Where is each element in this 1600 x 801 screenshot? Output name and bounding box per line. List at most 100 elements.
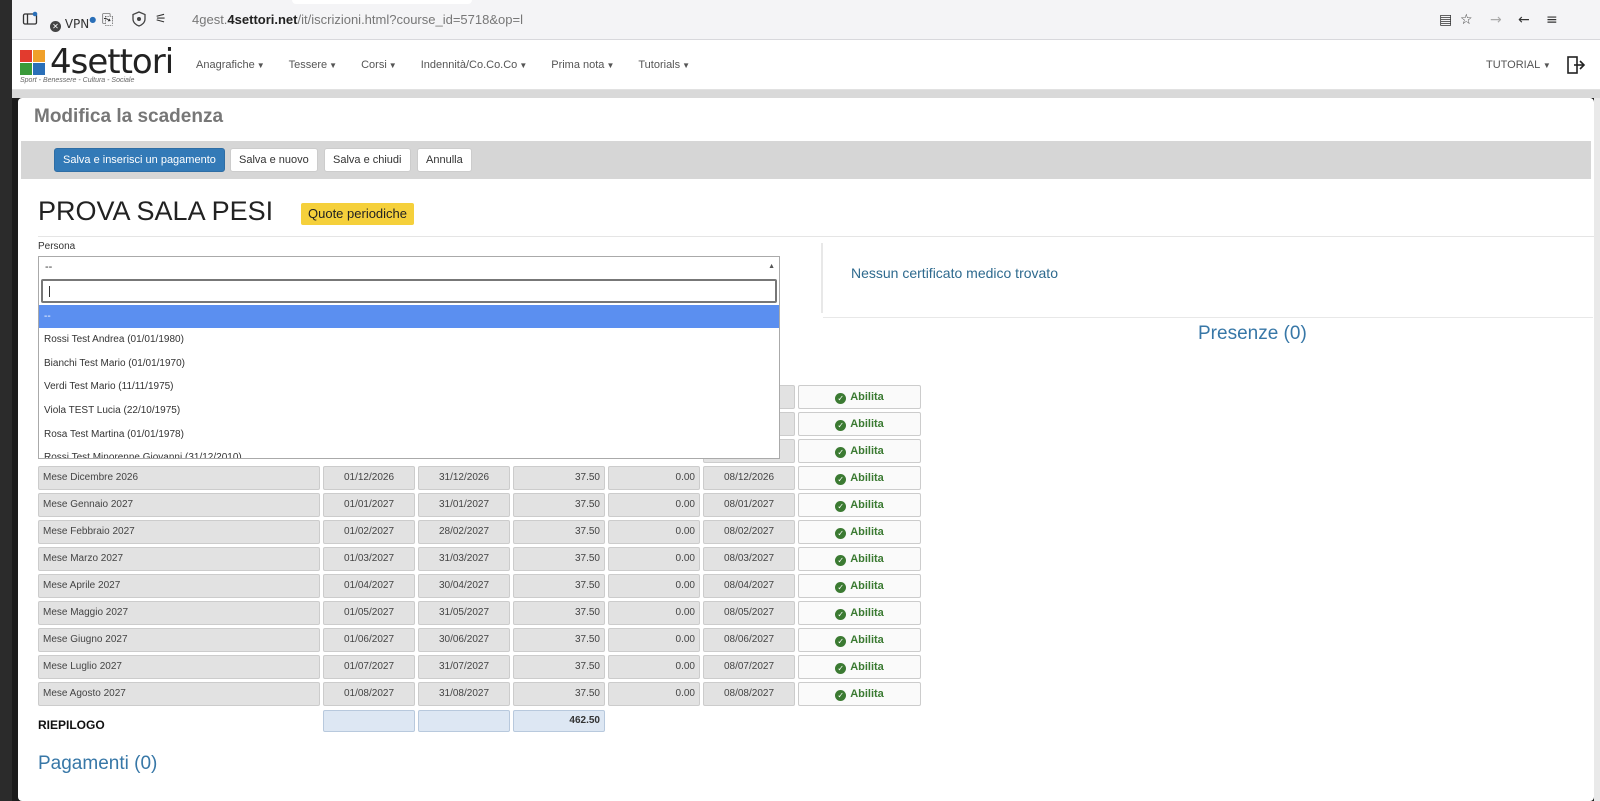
nav-tutorials[interactable]: Tutorials ▼ [626,40,702,90]
period-name-cell[interactable]: Mese Agosto 2027 [38,682,320,706]
period-name-cell[interactable]: Mese Gennaio 2027 [38,493,320,517]
due-date-cell[interactable]: 08/08/2027 [703,682,795,706]
abilita-button[interactable]: ✓ Abilita [798,520,921,544]
abilita-button[interactable]: ✓ Abilita [798,628,921,652]
start-date-cell[interactable]: 01/02/2027 [323,520,415,544]
abilita-button[interactable]: ✓ Abilita [798,385,921,409]
abilita-button[interactable]: ✓ Abilita [798,601,921,625]
back-icon[interactable]: ← [1518,11,1530,29]
abilita-button[interactable]: ✓ Abilita [798,682,921,706]
abilita-button[interactable]: ✓ Abilita [798,493,921,517]
save-and-new-button[interactable]: Salva e nuovo [230,148,318,172]
url-bar[interactable]: 4gest.4settori.net/it/iscrizioni.html?co… [192,10,523,30]
due-date-cell[interactable]: 08/02/2027 [703,520,795,544]
start-date-cell[interactable]: 01/07/2027 [323,655,415,679]
nav-prima-nota[interactable]: Prima nota ▼ [539,40,626,90]
dropdown-option[interactable]: Rossi Test Minorenne Giovanni (31/12/201… [39,446,779,458]
start-date-cell[interactable]: 01/01/2027 [323,493,415,517]
period-name-cell[interactable]: Mese Dicembre 2026 [38,466,320,490]
amount-cell[interactable]: 37.50 [513,466,605,490]
end-date-cell[interactable]: 31/07/2027 [418,655,510,679]
amount-cell[interactable]: 37.50 [513,493,605,517]
due-date-cell[interactable]: 08/12/2026 [703,466,795,490]
dropdown-option[interactable]: Rosa Test Martina (01/01/1978) [39,423,779,446]
start-date-cell[interactable]: 01/05/2027 [323,601,415,625]
forward-icon[interactable]: → [1490,11,1502,29]
abilita-button[interactable]: ✓ Abilita [798,655,921,679]
save-and-close-button[interactable]: Salva e chiudi [324,148,411,172]
period-name-cell[interactable]: Mese Febbraio 2027 [38,520,320,544]
nav-anagrafiche[interactable]: Anagrafiche ▼ [184,40,277,90]
start-date-cell[interactable]: 01/12/2026 [323,466,415,490]
amount-cell[interactable]: 37.50 [513,601,605,625]
amount-cell[interactable]: 37.50 [513,628,605,652]
dropdown-option[interactable]: Rossi Test Andrea (01/01/1980) [39,328,779,351]
page-scrollbar[interactable] [1594,98,1600,801]
end-date-cell[interactable]: 28/02/2027 [418,520,510,544]
nav-corsi[interactable]: Corsi ▼ [349,40,409,90]
paid-cell[interactable]: 0.00 [608,520,700,544]
cancel-button[interactable]: Annulla [417,148,472,172]
presenze-heading[interactable]: Presenze (0) [1198,323,1307,345]
start-date-cell[interactable]: 01/03/2027 [323,547,415,571]
start-date-cell[interactable]: 01/04/2027 [323,574,415,598]
paid-cell[interactable]: 0.00 [608,628,700,652]
reader-view-icon[interactable]: ▤ [1439,11,1452,29]
end-date-cell[interactable]: 31/08/2027 [418,682,510,706]
app-logo[interactable]: 4settori Sport - Benessere - Cultura - S… [20,42,180,86]
paid-cell[interactable]: 0.00 [608,493,700,517]
nav-indennita[interactable]: Indennità/Co.Co.Co ▼ [409,40,540,90]
due-date-cell[interactable]: 08/07/2027 [703,655,795,679]
amount-cell[interactable]: 37.50 [513,574,605,598]
dropdown-option[interactable]: Bianchi Test Mario (01/01/1970) [39,352,779,375]
persona-search-input[interactable] [41,279,777,303]
dropdown-option[interactable]: Viola TEST Lucia (22/10/1975) [39,399,779,422]
save-and-pay-button[interactable]: Salva e inserisci un pagamento [54,148,225,172]
amount-cell[interactable]: 37.50 [513,682,605,706]
due-date-cell[interactable]: 08/05/2027 [703,601,795,625]
abilita-button[interactable]: ✓ Abilita [798,547,921,571]
persona-select[interactable]: -- ▲ [38,256,780,278]
dropdown-option[interactable]: Verdi Test Mario (11/11/1975) [39,375,779,398]
vpn-button[interactable]: ✕ VPN● [50,11,96,32]
period-name-cell[interactable]: Mese Maggio 2027 [38,601,320,625]
paid-cell[interactable]: 0.00 [608,601,700,625]
end-date-cell[interactable]: 31/01/2027 [418,493,510,517]
due-date-cell[interactable]: 08/04/2027 [703,574,795,598]
logout-icon[interactable] [1566,55,1586,75]
paid-cell[interactable]: 0.00 [608,655,700,679]
pagamenti-heading[interactable]: Pagamenti (0) [38,753,157,775]
abilita-button[interactable]: ✓ Abilita [798,574,921,598]
due-date-cell[interactable]: 08/01/2027 [703,493,795,517]
user-menu[interactable]: TUTORIAL ▼ [1486,40,1551,91]
dropdown-option[interactable]: -- [39,305,779,328]
due-date-cell[interactable]: 08/06/2027 [703,628,795,652]
share-icon[interactable]: ⎘ [102,11,113,29]
paid-cell[interactable]: 0.00 [608,547,700,571]
end-date-cell[interactable]: 30/06/2027 [418,628,510,652]
sidebar-toggle-icon[interactable] [22,11,38,29]
menu-icon[interactable]: ≡ [1546,11,1558,29]
paid-cell[interactable]: 0.00 [608,574,700,598]
period-name-cell[interactable]: Mese Luglio 2027 [38,655,320,679]
amount-cell[interactable]: 37.50 [513,520,605,544]
end-date-cell[interactable]: 31/12/2026 [418,466,510,490]
start-date-cell[interactable]: 01/06/2027 [323,628,415,652]
period-name-cell[interactable]: Mese Aprile 2027 [38,574,320,598]
start-date-cell[interactable]: 01/08/2027 [323,682,415,706]
paid-cell[interactable]: 0.00 [608,682,700,706]
abilita-button[interactable]: ✓ Abilita [798,412,921,436]
due-date-cell[interactable]: 08/03/2027 [703,547,795,571]
period-name-cell[interactable]: Mese Giugno 2027 [38,628,320,652]
paid-cell[interactable]: 0.00 [608,466,700,490]
end-date-cell[interactable]: 31/03/2027 [418,547,510,571]
amount-cell[interactable]: 37.50 [513,547,605,571]
period-name-cell[interactable]: Mese Marzo 2027 [38,547,320,571]
site-settings-icon[interactable]: ⚟ [155,11,167,29]
bookmark-star-icon[interactable]: ☆ [1460,11,1473,29]
shield-icon[interactable] [132,11,146,29]
abilita-button[interactable]: ✓ Abilita [798,466,921,490]
abilita-button[interactable]: ✓ Abilita [798,439,921,463]
end-date-cell[interactable]: 31/05/2027 [418,601,510,625]
amount-cell[interactable]: 37.50 [513,655,605,679]
